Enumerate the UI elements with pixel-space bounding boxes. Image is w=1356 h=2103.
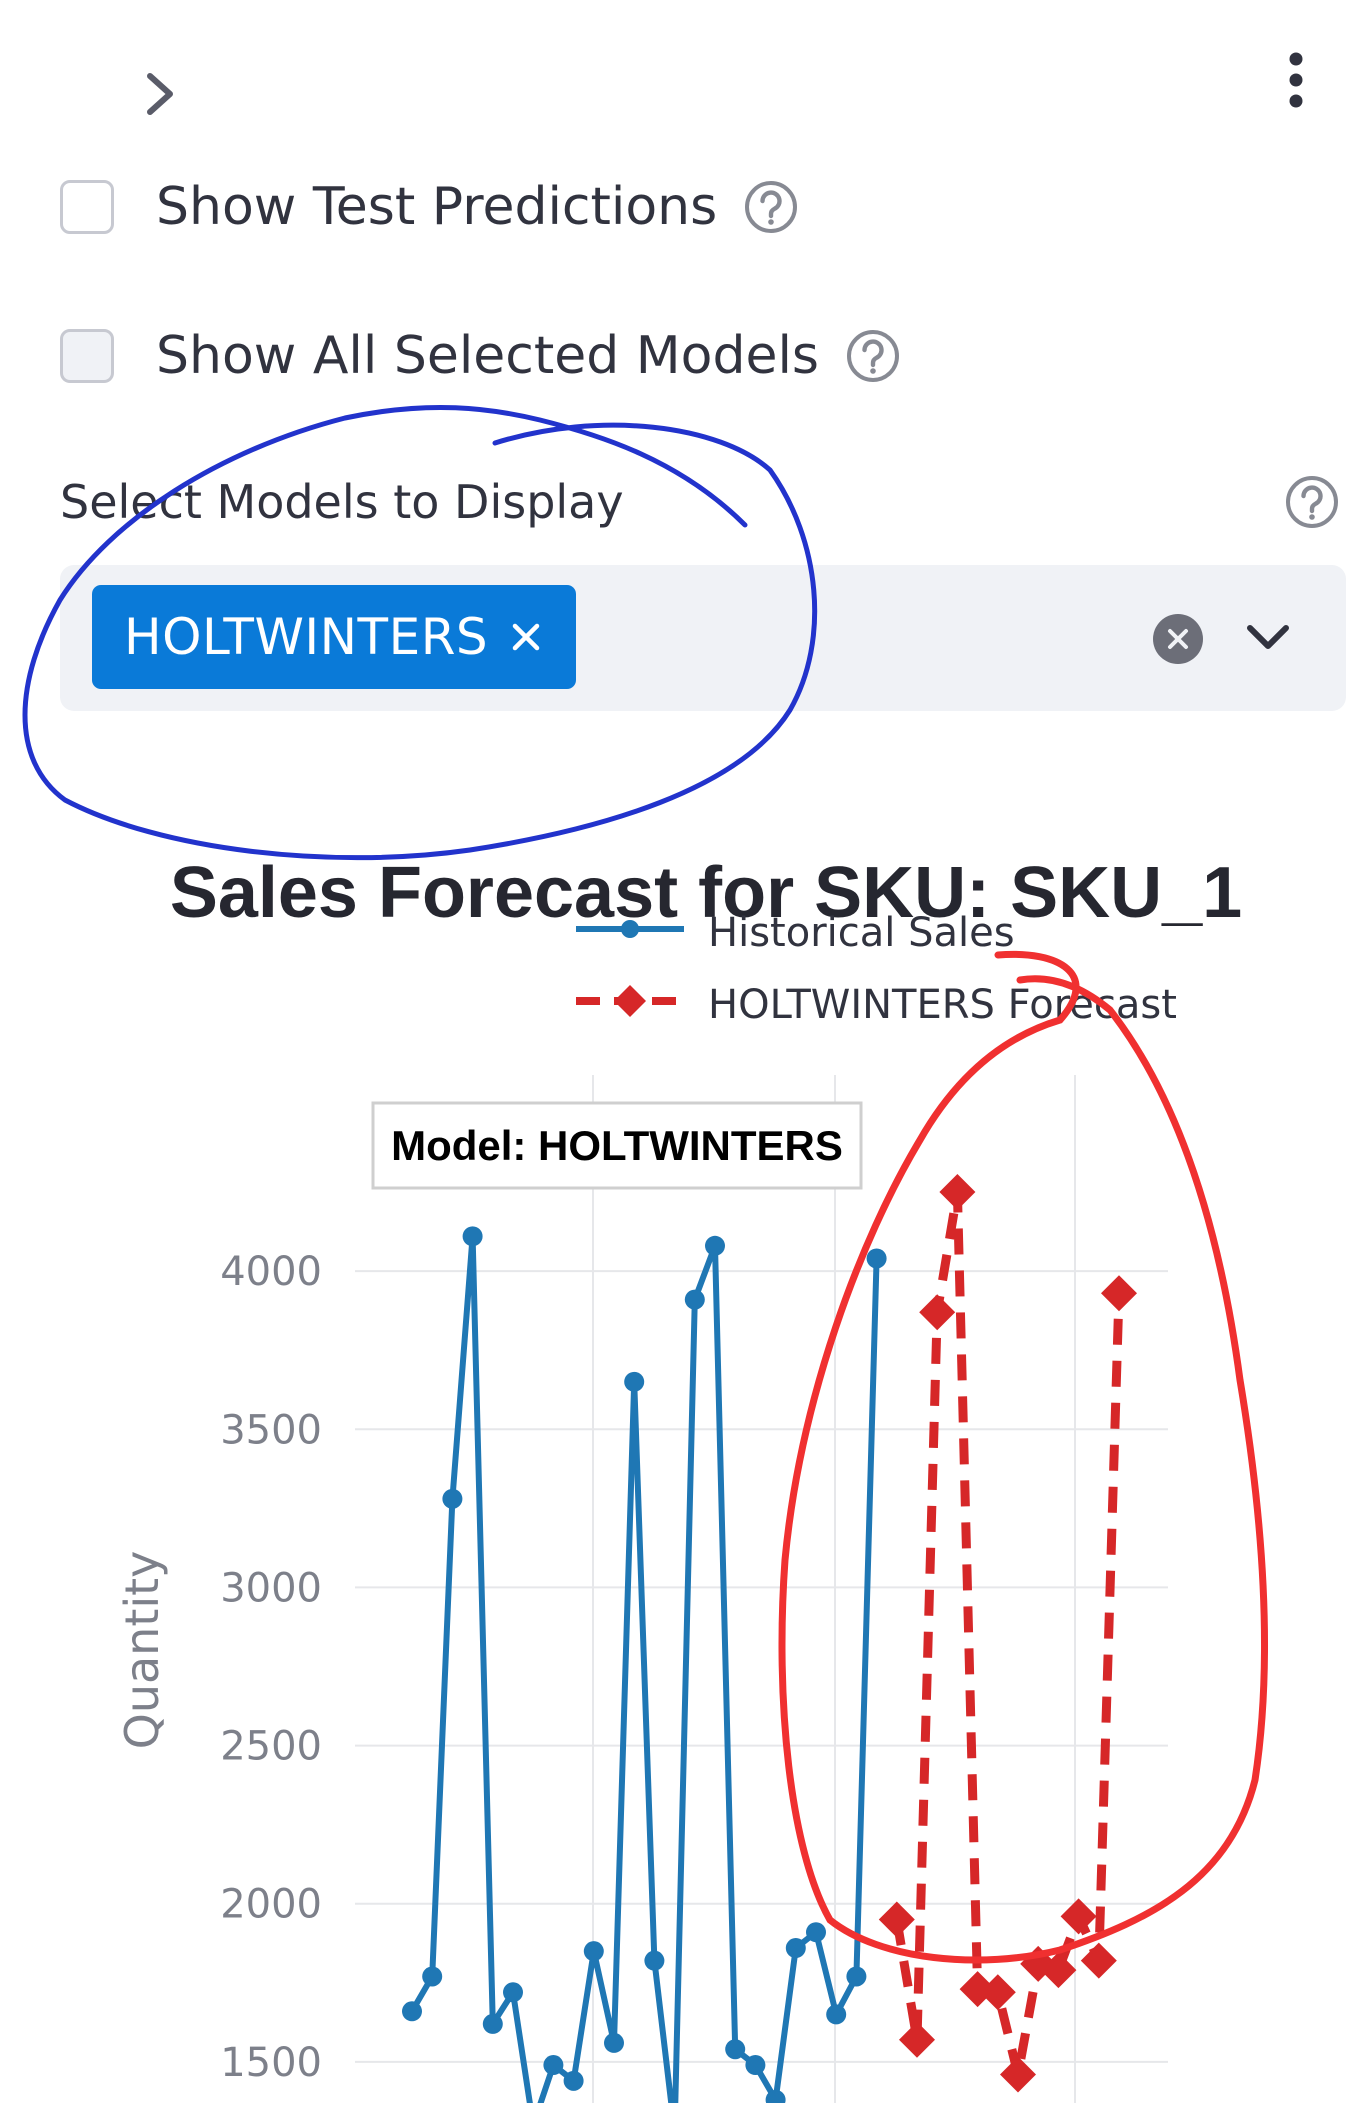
y-tick-label: 3500 bbox=[220, 1407, 322, 1453]
legend-marker-circle bbox=[621, 920, 639, 938]
y-tick-label: 1500 bbox=[220, 2040, 322, 2086]
legend-marker-diamond bbox=[614, 985, 646, 1017]
y-tick-label: 2000 bbox=[220, 1882, 322, 1928]
historical-sales-point[interactable] bbox=[806, 1922, 826, 1943]
historical-sales-point[interactable] bbox=[422, 1966, 443, 1987]
holtwinters-forecast-point[interactable] bbox=[939, 1174, 976, 1211]
model-annotation-text: Model: HOLTWINTERS bbox=[391, 1122, 843, 1169]
model-annotation: Model: HOLTWINTERS bbox=[371, 1101, 863, 1190]
historical-sales-point[interactable] bbox=[624, 1371, 645, 1392]
historical-sales-point[interactable] bbox=[846, 1966, 867, 1987]
holtwinters-forecast-point[interactable] bbox=[1101, 1275, 1137, 1312]
y-tick-label: 3000 bbox=[220, 1565, 322, 1611]
historical-sales-point[interactable] bbox=[785, 1938, 806, 1959]
holtwinters-forecast-point[interactable] bbox=[899, 2021, 935, 2058]
y-tick-label: 2500 bbox=[220, 1724, 322, 1770]
holtwinters-forecast-line[interactable] bbox=[892, 1187, 1124, 2080]
legend-label-historical: Historical Sales bbox=[708, 910, 1015, 956]
legend-item-forecast[interactable]: HOLTWINTERS Forecast bbox=[576, 982, 1177, 1028]
historical-sales-point[interactable] bbox=[543, 2055, 564, 2076]
holtwinters-forecast-point[interactable] bbox=[919, 1294, 956, 1331]
sales-forecast-chart: 1500 2000 2500 3000 3500 4000 Sales Forecast … bbox=[115, 853, 1242, 2103]
historical-sales-point[interactable] bbox=[563, 2070, 584, 2091]
historical-sales-point[interactable] bbox=[684, 1289, 705, 1310]
holtwinters-forecast-point[interactable] bbox=[1080, 1942, 1117, 1979]
historical-sales-point[interactable] bbox=[442, 1488, 463, 1509]
historical-sales-point[interactable] bbox=[462, 1226, 483, 1247]
holtwinters-forecast-point[interactable] bbox=[878, 1901, 915, 1938]
historical-sales-point[interactable] bbox=[745, 2055, 766, 2076]
chart-title: Sales Forecast for SKU: SKU_1 bbox=[170, 853, 1242, 933]
y-axis-label: Quantity bbox=[115, 1551, 169, 1750]
historical-sales-point[interactable] bbox=[503, 1982, 523, 2003]
historical-sales-point[interactable] bbox=[644, 1950, 665, 1971]
legend-label-forecast: HOLTWINTERS Forecast bbox=[708, 982, 1177, 1028]
historical-sales-point[interactable] bbox=[604, 2032, 624, 2053]
historical-sales-point[interactable] bbox=[402, 2001, 422, 2022]
page: Show Test Predictions Show All Selected … bbox=[0, 0, 1356, 2103]
historical-sales-line[interactable] bbox=[409, 1233, 880, 2103]
historical-sales-point[interactable] bbox=[583, 1941, 604, 1962]
y-tick-label: 4000 bbox=[220, 1249, 322, 1295]
historical-sales-point[interactable] bbox=[725, 2039, 746, 2060]
historical-sales-point[interactable] bbox=[705, 1235, 725, 1256]
historical-sales-point[interactable] bbox=[482, 2013, 503, 2034]
historical-sales-point[interactable] bbox=[866, 1248, 887, 1269]
historical-sales-point[interactable] bbox=[826, 2004, 847, 2025]
